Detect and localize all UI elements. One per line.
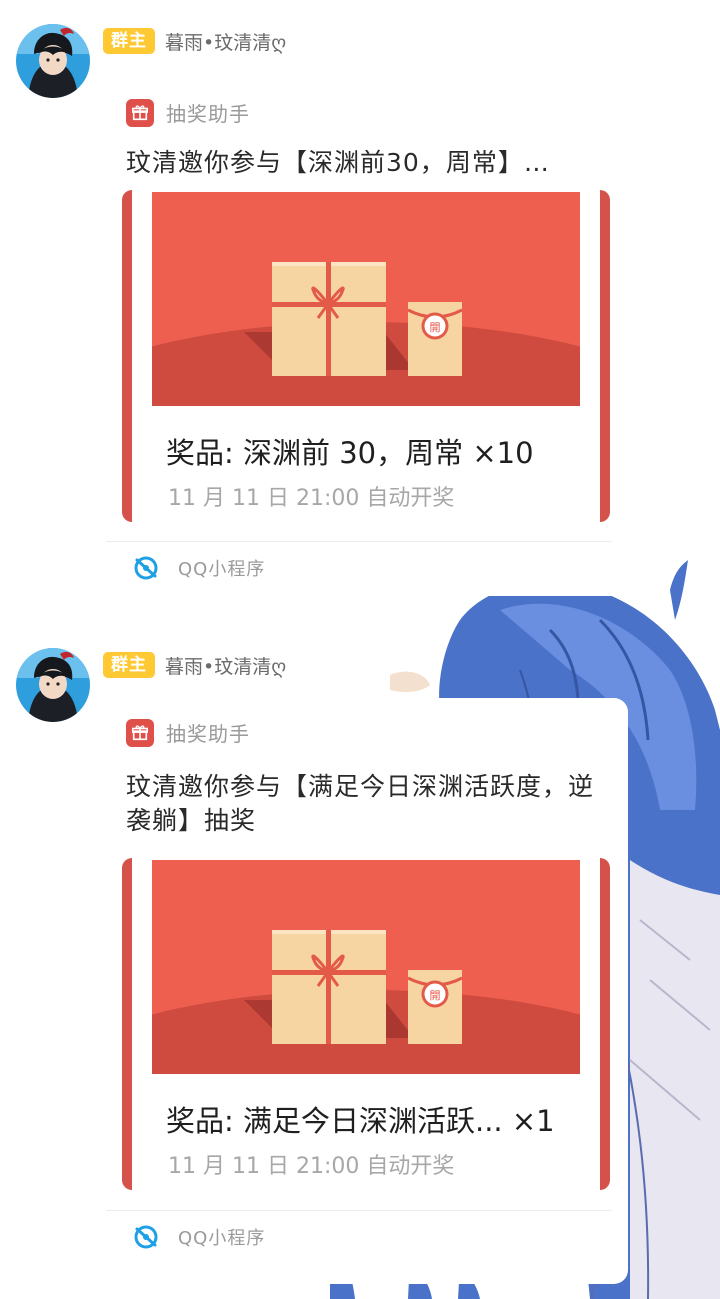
lottery-panel-body: 開 奖品: 满足今日深渊活跃... ×1 11 月 11 日 21:00 自动开… — [132, 858, 600, 1190]
gift-icon — [126, 718, 154, 747]
lottery-panel-body: 開 奖品: 深渊前 30，周常 ×10 11 月 11 日 21:00 自动开奖 — [132, 190, 600, 522]
app-name: 抽奖助手 — [166, 722, 250, 746]
card-footer: QQ小程序 — [132, 554, 265, 582]
card-divider — [106, 541, 612, 542]
prize-text: 奖品: 深渊前 30，周常 ×10 — [166, 436, 534, 470]
invite-text: 玟清邀你参与【满足今日深渊活跃度，逆袭躺】抽奖 — [126, 772, 595, 835]
avatar[interactable] — [16, 24, 90, 98]
lottery-panel[interactable]: 開 奖品: 深渊前 30，周常 ×10 11 月 11 日 21:00 自动开奖 — [122, 190, 610, 522]
chat-screen: 群主 暮雨•玟清清ღ 抽奖助手 玟清邀你参与【深渊前30，周常】… 開 奖品: … — [0, 0, 720, 1299]
draw-time: 11 月 11 日 21:00 自动开奖 — [168, 486, 455, 511]
sender-name[interactable]: 暮雨•玟清清ღ — [165, 652, 286, 679]
lottery-banner-image: 開 — [152, 192, 580, 406]
lottery-card[interactable]: 抽奖助手 玟清邀你参与【满足今日深渊活跃度，逆袭躺】抽奖 開 奖品: 满足今日深… — [106, 698, 628, 1284]
qq-miniprogram-icon — [134, 1225, 158, 1249]
miniprogram-label: QQ小程序 — [178, 559, 266, 580]
card-source: 抽奖助手 — [126, 98, 250, 127]
lottery-panel[interactable]: 開 奖品: 满足今日深渊活跃... ×1 11 月 11 日 21:00 自动开… — [122, 858, 610, 1190]
gift-icon — [126, 98, 154, 127]
qq-miniprogram-icon — [134, 556, 158, 580]
message-header: 群主 暮雨•玟清清ღ — [103, 27, 286, 55]
draw-time: 11 月 11 日 21:00 自动开奖 — [168, 1154, 455, 1179]
svg-text:開: 開 — [430, 321, 441, 334]
card-footer: QQ小程序 — [132, 1223, 265, 1251]
prize-text: 奖品: 满足今日深渊活跃... ×1 — [166, 1104, 555, 1138]
card-divider — [106, 1210, 612, 1211]
chat-message: 群主 暮雨•玟清清ღ 抽奖助手 玟清邀你参与【满足今日深渊活跃度，逆袭躺】抽奖 — [0, 624, 720, 1284]
message-header: 群主 暮雨•玟清清ღ — [103, 651, 286, 679]
owner-badge: 群主 — [103, 28, 155, 54]
card-source: 抽奖助手 — [126, 718, 250, 747]
sender-name[interactable]: 暮雨•玟清清ღ — [165, 28, 286, 55]
svg-text:開: 開 — [430, 989, 441, 1002]
app-name: 抽奖助手 — [166, 102, 250, 126]
lottery-banner-image: 開 — [152, 860, 580, 1074]
miniprogram-label: QQ小程序 — [178, 1228, 266, 1249]
chat-message: 群主 暮雨•玟清清ღ 抽奖助手 玟清邀你参与【深渊前30，周常】… 開 奖品: … — [0, 0, 720, 600]
invite-text: 玟清邀你参与【深渊前30，周常】… — [126, 148, 550, 177]
owner-badge: 群主 — [103, 652, 155, 678]
avatar[interactable] — [16, 648, 90, 722]
lottery-card[interactable]: 抽奖助手 玟清邀你参与【深渊前30，周常】… 開 奖品: 深渊前 30，周常 ×… — [106, 86, 628, 596]
